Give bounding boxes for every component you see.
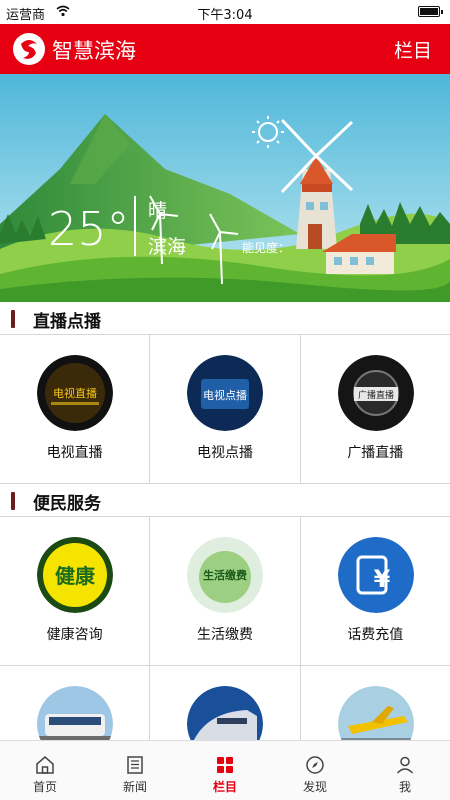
tab-news[interactable]: 新闻	[90, 741, 180, 800]
radio-live-icon: 广播直播	[337, 355, 414, 431]
tab-me[interactable]: 我	[360, 741, 450, 800]
grid-item-label: 生活缴费	[196, 627, 253, 643]
app-screen: 运营商 下午3:04 智慧滨海 栏目 25° 晴 滨海 能见度： 直播点播 电视…	[0, 0, 450, 800]
tab-home[interactable]: 首页	[0, 741, 90, 800]
svg-text:电视直播: 电视直播	[53, 386, 97, 400]
grid-item-label: 话费充值	[347, 627, 404, 643]
tv-live-icon: 电视直播	[37, 355, 113, 431]
phone-recharge-icon: ¥	[337, 537, 414, 613]
grid-item-health[interactable]: 健康 健康咨询	[0, 517, 150, 665]
app-header: 智慧滨海 栏目	[0, 24, 450, 74]
svg-text:广播直播: 广播直播	[358, 389, 394, 401]
section-title: 便民服务	[33, 494, 101, 514]
columns-menu-button[interactable]: 栏目	[394, 36, 432, 63]
weather-city: 滨海	[148, 236, 187, 258]
weather-banner[interactable]: 25° 晴 滨海 能见度：	[0, 74, 450, 302]
temperature: 25°	[48, 202, 130, 256]
tv-vod-icon: 电视点播	[187, 355, 264, 431]
section-header-live: 直播点播	[0, 302, 450, 334]
columns-icon	[217, 757, 233, 773]
tab-label: 新闻	[122, 780, 147, 794]
section-header-services: 便民服务	[0, 484, 450, 516]
grid-item-tv-vod[interactable]: 电视点播 电视点播	[150, 335, 300, 483]
weather-divider	[134, 196, 136, 256]
weather-condition: 晴	[148, 200, 168, 222]
home-icon	[36, 756, 54, 774]
section-accent-bar	[11, 492, 15, 510]
grid-item-tv-live[interactable]: 电视直播 电视直播	[0, 335, 150, 483]
section-title: 直播点播	[33, 312, 101, 332]
tab-label: 首页	[32, 780, 57, 794]
app-logo-icon	[13, 33, 45, 65]
svg-text:生活缴费: 生活缴费	[203, 568, 247, 582]
tab-label: 栏目	[212, 780, 237, 794]
tab-label: 我	[398, 780, 411, 794]
svg-text:健康: 健康	[55, 564, 96, 588]
grid-item-utility-payment[interactable]: 生活缴费 生活缴费	[150, 517, 300, 665]
battery-icon	[418, 6, 443, 17]
svg-text:¥: ¥	[373, 565, 390, 593]
news-icon	[127, 756, 143, 774]
tab-columns[interactable]: 栏目	[180, 741, 270, 800]
section-accent-bar	[11, 310, 15, 328]
app-title: 智慧滨海	[52, 39, 136, 63]
grid-item-radio-live[interactable]: 广播直播 广播直播	[300, 335, 450, 483]
health-icon: 健康	[37, 537, 113, 613]
tab-discover[interactable]: 发现	[270, 741, 360, 800]
grid-item-label: 电视直播	[46, 445, 103, 461]
bottom-tab-bar: 首页 新闻 栏目 发现 我	[0, 740, 450, 800]
compass-icon	[306, 756, 324, 774]
svg-text:电视点播: 电视点播	[203, 388, 247, 402]
clock: 下午3:04	[197, 8, 253, 23]
tab-label: 发现	[302, 780, 327, 794]
landscape-illustration	[0, 74, 450, 302]
utility-payment-icon: 生活缴费	[187, 537, 264, 613]
user-icon	[396, 756, 414, 774]
status-bar: 运营商 下午3:04	[0, 0, 450, 24]
grid-item-label: 广播直播	[347, 445, 404, 461]
grid-item-label: 电视点播	[196, 445, 253, 461]
visibility-label: 能见度：	[242, 241, 291, 255]
grid-item-phone-recharge[interactable]: ¥ 话费充值	[300, 517, 450, 665]
grid-item-label: 健康咨询	[46, 627, 103, 643]
live-grid: 电视直播 电视直播 电视点播 电视点播 广播直播 广播直播	[0, 334, 450, 484]
